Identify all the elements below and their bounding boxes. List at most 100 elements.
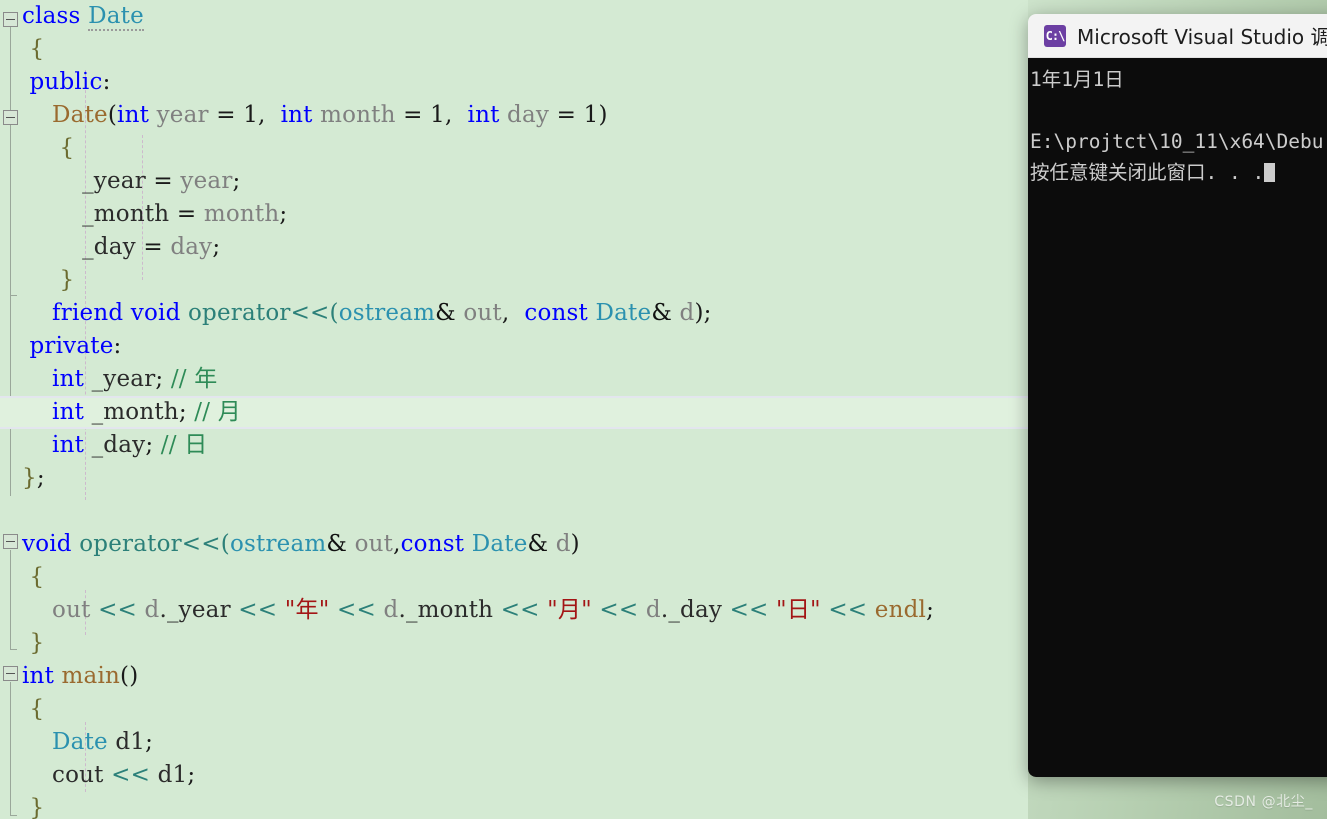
code-token: << — [591, 597, 646, 623]
watermark: CSDN @北尘_ — [1214, 794, 1313, 810]
code-token: ; — [212, 234, 221, 260]
code-token: & — [326, 531, 348, 557]
code-token: 1 — [430, 102, 445, 128]
code-token: Date — [52, 102, 108, 128]
code-token: day — [170, 234, 213, 260]
code-token: } — [22, 630, 45, 656]
code-token: ; — [232, 168, 241, 194]
code-token: d — [645, 597, 661, 623]
code-token: // 月 — [194, 399, 241, 425]
code-token: Date — [88, 3, 144, 31]
code-token: const — [524, 300, 588, 326]
code-token: , — [393, 531, 401, 557]
code-token: ._month — [398, 597, 494, 623]
code-token: const — [400, 531, 465, 557]
code-token: << — [722, 597, 777, 623]
console-line: 按任意键关闭此窗口. . . — [1028, 157, 1327, 188]
code-token: _year — [22, 168, 146, 194]
code-line[interactable]: } — [0, 792, 1327, 819]
code-token: ._year — [159, 597, 231, 623]
code-token: "年" — [284, 597, 330, 623]
console-cursor — [1264, 163, 1276, 182]
code-token: = — [135, 234, 171, 260]
code-token: out — [347, 531, 394, 557]
code-token: year — [149, 102, 209, 128]
code-token: } — [22, 465, 37, 491]
code-token: ; — [145, 432, 161, 458]
code-token: _month — [84, 399, 179, 425]
code-token: 1 — [583, 102, 599, 128]
code-token: friend void — [52, 300, 188, 326]
code-token: public — [22, 69, 103, 95]
code-token: ) — [598, 102, 608, 128]
code-token: , — [501, 300, 525, 326]
console-line: 1年1月1日 — [1030, 68, 1124, 91]
code-token: // 日 — [160, 432, 208, 458]
code-token: year — [180, 168, 233, 194]
code-token: int — [52, 366, 85, 392]
code-token: << — [820, 597, 875, 623]
code-token: ._day — [660, 597, 723, 623]
code-token: d — [383, 597, 399, 623]
console-window-title: Microsoft Visual Studio 调试控制 — [1077, 25, 1327, 49]
console-app-icon: C:\ — [1044, 24, 1066, 47]
code-token: int — [22, 663, 62, 689]
code-token: << — [329, 597, 384, 623]
code-token: ) — [570, 531, 580, 557]
code-token: , — [444, 102, 468, 128]
code-token: ; — [703, 300, 712, 326]
code-token: _day — [22, 234, 136, 260]
screenshot-root: class Date { public: Date(int year = 1, … — [0, 0, 1327, 819]
code-token: "月" — [547, 597, 592, 623]
code-token: ostream — [229, 531, 327, 557]
code-token: d1 — [107, 729, 146, 755]
code-token: Date — [471, 531, 528, 557]
code-token: cout — [22, 762, 104, 788]
code-token: d1 — [157, 762, 188, 788]
code-token: int — [117, 102, 150, 128]
code-token: 1 — [243, 102, 259, 128]
code-token: () — [120, 663, 139, 689]
code-token: ; — [178, 399, 195, 425]
code-token: Date — [595, 300, 652, 326]
console-titlebar[interactable]: C:\ Microsoft Visual Studio 调试控制 — [1028, 14, 1327, 58]
code-token: = — [208, 102, 244, 128]
code-token: // 年 — [170, 366, 218, 392]
code-token: month — [312, 102, 396, 128]
code-token: ) — [694, 300, 704, 326]
code-token: ( — [220, 531, 230, 557]
code-token: operator<< — [79, 531, 221, 557]
code-token: { — [22, 36, 45, 62]
code-line-current[interactable]: int _month; // 月 — [0, 396, 1028, 429]
code-token: } — [22, 267, 75, 293]
code-token: int — [52, 399, 85, 425]
code-token: & — [527, 531, 549, 557]
code-token: _month — [22, 201, 170, 227]
console-line: E:\projtct\10_11\x64\Debu — [1030, 130, 1324, 153]
code-token: ostream — [338, 300, 436, 326]
code-token: { — [22, 135, 75, 161]
console-window[interactable]: C:\ Microsoft Visual Studio 调试控制 1年1月1日 … — [1028, 14, 1327, 777]
code-token: ; — [145, 729, 154, 755]
code-token: private — [22, 333, 114, 359]
console-output[interactable]: 1年1月1日 E:\projtct\10_11\x64\Debu 按任意键关闭此窗… — [1028, 58, 1327, 777]
code-token: int — [52, 432, 85, 458]
code-token: _day — [84, 432, 146, 458]
code-token: << — [230, 597, 285, 623]
code-token: ( — [329, 300, 339, 326]
code-token: << — [103, 762, 158, 788]
code-token: "日" — [776, 597, 821, 623]
code-token: { — [22, 696, 45, 722]
code-token: = — [395, 102, 431, 128]
code-token: & — [435, 300, 456, 326]
code-token: { — [22, 564, 45, 590]
code-token: << — [90, 597, 145, 623]
